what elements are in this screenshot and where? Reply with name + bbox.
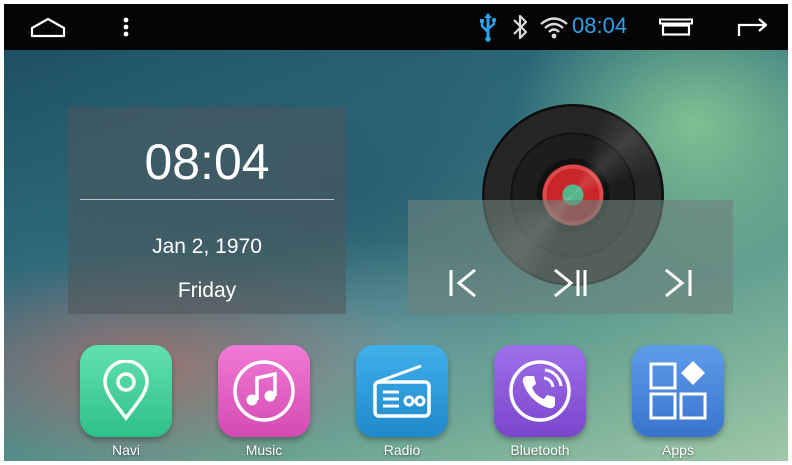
next-icon[interactable] — [653, 262, 701, 304]
menu-dots-icon[interactable] — [114, 4, 138, 50]
radio-icon — [356, 345, 448, 437]
clock-time: 08:04 — [144, 134, 270, 190]
app-label-radio: Radio — [383, 442, 421, 458]
app-navi[interactable]: Navi — [80, 345, 172, 458]
status-clock: 08:04 — [572, 13, 628, 38]
app-label-navi: Navi — [111, 442, 140, 458]
app-bluetooth[interactable]: Bluetooth — [494, 345, 586, 458]
app-apps[interactable]: Apps — [632, 345, 724, 458]
app-label-music: Music — [245, 442, 283, 458]
bluetooth-icon — [508, 4, 532, 50]
clock-date: Jan 2, 1970 — [152, 235, 262, 258]
clock-divider — [80, 199, 334, 200]
app-label-bluetooth: Bluetooth — [510, 442, 570, 458]
previous-icon[interactable] — [440, 262, 488, 304]
play-pause-icon[interactable] — [547, 262, 595, 304]
home-icon[interactable] — [24, 4, 72, 50]
location-pin-icon — [80, 345, 172, 437]
music-widget — [408, 200, 733, 314]
home-screen: 08:04 08:04 Jan 2, 1970 Friday Navi Musi… — [4, 4, 788, 461]
music-note-icon — [218, 345, 310, 437]
usb-icon — [476, 4, 500, 50]
phone-call-icon — [494, 345, 586, 437]
app-dock: Navi Music Radio Bluetooth Apps — [4, 340, 788, 461]
apps-grid-icon — [632, 345, 724, 437]
app-music[interactable]: Music — [218, 345, 310, 458]
clock-widget[interactable]: 08:04 Jan 2, 1970 Friday — [68, 107, 346, 314]
recent-apps-icon[interactable] — [656, 4, 696, 50]
clock-day: Friday — [177, 279, 237, 302]
app-radio[interactable]: Radio — [356, 345, 448, 458]
app-label-apps: Apps — [662, 442, 694, 458]
wifi-icon — [538, 4, 570, 50]
status-bar: 08:04 — [4, 4, 788, 50]
back-icon[interactable] — [732, 4, 776, 50]
